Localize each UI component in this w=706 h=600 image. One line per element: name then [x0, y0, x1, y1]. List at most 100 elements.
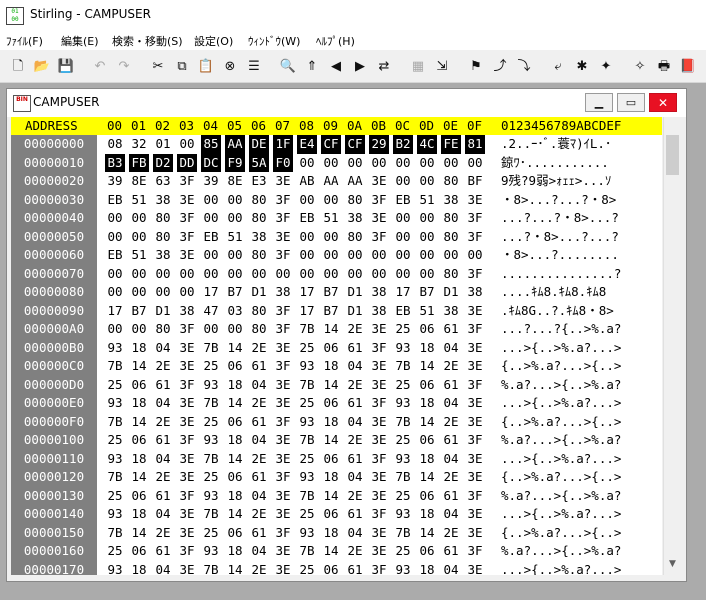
- hex-byte[interactable]: F0: [273, 153, 293, 172]
- hex-byte[interactable]: 00: [369, 265, 389, 284]
- ascii-text[interactable]: {..>%.a?...>{..>: [501, 413, 637, 432]
- hex-byte[interactable]: CF: [345, 135, 365, 154]
- ascii-text[interactable]: %.a?...>{..>%.a?: [501, 487, 637, 506]
- hex-byte[interactable]: AA: [225, 135, 245, 154]
- hex-byte[interactable]: 1F: [273, 135, 293, 154]
- hex-byte[interactable]: 3E: [177, 450, 197, 469]
- hex-byte[interactable]: 2E: [441, 357, 461, 376]
- app-icon[interactable]: 01 00 00: [6, 7, 24, 25]
- hex-byte[interactable]: 06: [417, 320, 437, 339]
- hex-byte[interactable]: 3E: [369, 431, 389, 450]
- hex-byte[interactable]: 3E: [177, 394, 197, 413]
- hex-byte[interactable]: 3F: [273, 191, 293, 210]
- mark-prev-button[interactable]: ✦: [596, 56, 616, 76]
- hex-byte[interactable]: 80: [441, 228, 461, 247]
- hex-byte[interactable]: 25: [297, 339, 317, 358]
- hex-byte[interactable]: 3E: [369, 320, 389, 339]
- hex-byte[interactable]: 18: [225, 487, 245, 506]
- hex-byte[interactable]: 00: [249, 265, 269, 284]
- hex-byte[interactable]: 3F: [177, 320, 197, 339]
- hex-byte[interactable]: 00: [321, 228, 341, 247]
- hex-byte[interactable]: 00: [297, 228, 317, 247]
- hex-byte[interactable]: 63: [153, 172, 173, 191]
- hex-byte[interactable]: 3E: [465, 191, 485, 210]
- hex-byte[interactable]: 14: [129, 524, 149, 543]
- hex-byte[interactable]: 00: [129, 283, 149, 302]
- hex-byte[interactable]: 80: [249, 320, 269, 339]
- hex-byte[interactable]: 38: [153, 191, 173, 210]
- hex-byte[interactable]: 14: [417, 468, 437, 487]
- hex-byte[interactable]: 14: [417, 357, 437, 376]
- hex-byte[interactable]: 14: [129, 413, 149, 432]
- hex-byte[interactable]: B7: [129, 302, 149, 321]
- hex-byte[interactable]: DE: [249, 135, 269, 154]
- hex-byte[interactable]: 06: [417, 542, 437, 561]
- hex-byte[interactable]: 25: [105, 542, 125, 561]
- hex-byte[interactable]: 00: [297, 265, 317, 284]
- hex-byte[interactable]: 25: [297, 561, 317, 576]
- ascii-text[interactable]: .ｷﾑ8G..?.ｷﾑ8・8>: [501, 302, 637, 321]
- hex-byte[interactable]: 3E: [177, 468, 197, 487]
- hex-byte[interactable]: F9: [225, 153, 245, 172]
- hex-byte[interactable]: 14: [225, 339, 245, 358]
- hex-byte[interactable]: D2: [153, 153, 173, 172]
- hex-byte[interactable]: EB: [105, 246, 125, 265]
- find-button[interactable]: 🔍: [278, 56, 298, 76]
- hex-byte[interactable]: 61: [249, 468, 269, 487]
- hex-byte[interactable]: 04: [441, 505, 461, 524]
- hex-byte[interactable]: 25: [393, 487, 413, 506]
- hex-byte[interactable]: 8E: [225, 172, 245, 191]
- hex-byte[interactable]: 93: [201, 376, 221, 395]
- hex-byte[interactable]: 3E: [273, 431, 293, 450]
- ascii-text[interactable]: ・8>...?...?・8>: [501, 191, 637, 210]
- hex-byte[interactable]: 03: [225, 302, 245, 321]
- hex-byte[interactable]: 00: [105, 320, 125, 339]
- menu-window[interactable]: ｳｨﾝﾄﾞｳ(W): [248, 33, 300, 49]
- hex-byte[interactable]: 61: [345, 561, 365, 576]
- delete-button[interactable]: ⊗: [220, 56, 240, 76]
- hex-byte[interactable]: 7B: [393, 524, 413, 543]
- hex-byte[interactable]: 3F: [369, 450, 389, 469]
- hex-byte[interactable]: 00: [321, 154, 341, 173]
- hex-byte[interactable]: 3E: [465, 450, 485, 469]
- hex-byte[interactable]: 04: [441, 394, 461, 413]
- hex-byte[interactable]: 93: [105, 394, 125, 413]
- hex-byte[interactable]: 51: [129, 191, 149, 210]
- hex-byte[interactable]: 00: [105, 209, 125, 228]
- menu-help[interactable]: ﾍﾙﾌﾟ(H): [316, 33, 355, 49]
- hex-byte[interactable]: 3F: [369, 505, 389, 524]
- help-book-button[interactable]: 📕: [678, 56, 698, 76]
- hex-byte[interactable]: 14: [321, 376, 341, 395]
- hex-byte[interactable]: 3E: [177, 524, 197, 543]
- hex-byte[interactable]: 2E: [441, 524, 461, 543]
- hex-byte[interactable]: 18: [225, 542, 245, 561]
- hex-byte[interactable]: 38: [369, 302, 389, 321]
- hex-byte[interactable]: 80: [249, 246, 269, 265]
- hex-byte[interactable]: 38: [177, 302, 197, 321]
- hex-byte[interactable]: 00: [297, 154, 317, 173]
- hex-byte[interactable]: 3E: [177, 357, 197, 376]
- hex-byte[interactable]: FB: [129, 153, 149, 172]
- hex-byte[interactable]: 17: [105, 302, 125, 321]
- hex-byte[interactable]: 3F: [273, 413, 293, 432]
- hex-byte[interactable]: 3E: [465, 357, 485, 376]
- hex-byte[interactable]: E3: [249, 172, 269, 191]
- hex-byte[interactable]: 00: [153, 283, 173, 302]
- hex-byte[interactable]: 93: [393, 394, 413, 413]
- ascii-text[interactable]: %.a?...>{..>%.a?: [501, 542, 637, 561]
- hex-byte[interactable]: 18: [417, 394, 437, 413]
- hex-byte[interactable]: 93: [201, 487, 221, 506]
- scrollbar-thumb[interactable]: [666, 135, 679, 175]
- hex-byte[interactable]: B3: [105, 153, 125, 172]
- hex-byte[interactable]: 14: [321, 431, 341, 450]
- ascii-text[interactable]: ...?...?・8>...?: [501, 209, 637, 228]
- hex-byte[interactable]: 2E: [345, 487, 365, 506]
- hex-byte[interactable]: 3E: [177, 339, 197, 358]
- hex-byte[interactable]: 14: [321, 487, 341, 506]
- ascii-text[interactable]: .2..ｰ･ﾞ.蓑ﾏ)ｲL.･: [501, 135, 637, 154]
- hex-byte[interactable]: FE: [441, 135, 461, 154]
- hex-byte[interactable]: 00: [105, 228, 125, 247]
- hex-byte[interactable]: 61: [345, 450, 365, 469]
- menu-settings[interactable]: 設定(O): [194, 33, 233, 49]
- hex-byte[interactable]: 3F: [177, 376, 197, 395]
